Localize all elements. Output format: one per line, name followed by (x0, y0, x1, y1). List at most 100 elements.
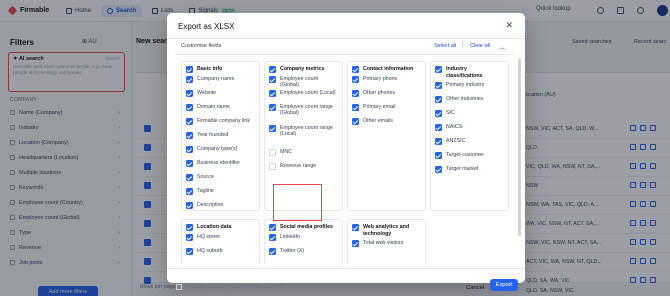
field-option[interactable]: ANZSIC (431, 138, 508, 152)
field-option[interactable]: Primary email (348, 104, 425, 118)
field-checkbox[interactable] (186, 174, 193, 181)
field-option[interactable]: Source (182, 174, 259, 188)
field-label: Company type(s) (197, 146, 238, 152)
group-checkbox[interactable] (352, 66, 359, 73)
scrollbar[interactable] (518, 58, 521, 236)
field-checkbox[interactable] (186, 90, 193, 97)
highlight-annotation (273, 184, 322, 221)
field-option[interactable]: Employee count range (Local) (265, 125, 342, 146)
field-option[interactable]: Other emails (348, 118, 425, 132)
field-label: Revenue range (280, 163, 317, 169)
field-label: Employee count (Global) (280, 76, 318, 89)
field-checkbox[interactable] (435, 110, 442, 118)
field-option[interactable]: Total web visitors (348, 240, 425, 254)
field-option[interactable]: Revenue range (265, 163, 342, 177)
field-checkbox[interactable] (269, 125, 276, 132)
customise-fields-label: Customise fields (181, 43, 222, 49)
field-checkbox[interactable] (186, 76, 193, 83)
group-checkbox[interactable] (352, 224, 359, 231)
field-option[interactable]: Tagline (182, 188, 259, 202)
group-checkbox[interactable] (186, 66, 193, 73)
field-label: Other phones (363, 90, 396, 96)
group-header[interactable]: Basic info (182, 62, 259, 76)
field-checkbox[interactable] (269, 90, 276, 97)
group-header[interactable]: Social media profiles (265, 220, 342, 234)
field-option[interactable]: Twitter (X) (265, 248, 342, 262)
group-checkbox[interactable] (269, 66, 276, 73)
field-checkbox[interactable] (186, 234, 193, 241)
group-header[interactable]: Industry classifications (431, 62, 508, 82)
field-option[interactable]: Target market (431, 166, 508, 180)
field-option[interactable]: Firmable company link (182, 118, 259, 132)
exclude-downloaded-checkbox[interactable] (176, 284, 182, 290)
field-checkbox[interactable] (352, 90, 359, 97)
field-option[interactable]: Year founded (182, 132, 259, 146)
field-checkbox[interactable] (186, 248, 193, 255)
footer-divider (167, 268, 525, 269)
field-label: Other emails (363, 118, 394, 124)
field-option[interactable]: Employee count (Local) (265, 90, 342, 104)
field-option[interactable]: Target customer (431, 152, 508, 166)
group-header[interactable]: Contact information (348, 62, 425, 76)
field-option[interactable]: LinkedIn (265, 234, 342, 248)
field-checkbox[interactable] (186, 118, 193, 125)
field-checkbox[interactable] (269, 234, 276, 241)
field-checkbox[interactable] (186, 146, 193, 153)
group-checkbox[interactable] (186, 224, 193, 231)
export-button[interactable]: Export (490, 279, 518, 291)
group-header[interactable]: Web analytics and technology (348, 220, 425, 240)
field-option[interactable]: Company type(s) (182, 146, 259, 160)
field-checkbox[interactable] (186, 104, 193, 111)
field-checkbox[interactable] (435, 124, 442, 132)
field-checkbox[interactable] (352, 240, 359, 248)
field-checkbox[interactable] (186, 188, 193, 195)
field-option[interactable]: Website (182, 90, 259, 104)
field-checkbox[interactable] (269, 248, 276, 255)
field-option[interactable]: Other phones (348, 90, 425, 104)
field-option[interactable]: Primary phone (348, 76, 425, 90)
close-icon[interactable]: ✕ (505, 20, 513, 31)
field-option[interactable]: Employee count range (Global) (265, 104, 342, 125)
field-option[interactable]: Business identifier (182, 160, 259, 174)
field-option[interactable]: Domain name (182, 104, 259, 118)
group-checkbox[interactable] (269, 224, 276, 231)
field-checkbox[interactable] (186, 160, 193, 167)
field-checkbox[interactable] (269, 163, 276, 170)
field-option[interactable]: MNC (265, 149, 342, 163)
field-checkbox[interactable] (269, 76, 276, 83)
field-option[interactable]: Primary industry (431, 82, 508, 96)
field-checkbox[interactable] (435, 166, 442, 174)
field-label: Business identifier (197, 160, 240, 166)
field-checkbox[interactable] (269, 149, 276, 156)
field-option[interactable]: HQ suburb (182, 248, 259, 262)
field-option[interactable]: Company name (182, 76, 259, 90)
field-checkbox[interactable] (435, 152, 442, 160)
field-checkbox[interactable] (352, 76, 359, 83)
field-option[interactable]: NAICS (431, 124, 508, 138)
field-checkbox[interactable] (352, 118, 359, 125)
field-option[interactable]: Employee count (Global) (265, 76, 342, 90)
cancel-button[interactable]: Cancel (466, 285, 484, 291)
chevron-up-icon[interactable]: ︿ (499, 41, 506, 51)
field-checkbox[interactable] (186, 202, 193, 209)
select-all-link[interactable]: Select all (434, 43, 456, 49)
group-header[interactable]: Company metrics (265, 62, 342, 76)
field-option[interactable]: Other industries (431, 96, 508, 110)
group-header[interactable]: Location data (182, 220, 259, 234)
field-checkbox[interactable] (269, 104, 276, 111)
field-checkbox[interactable] (435, 96, 442, 104)
field-checkbox[interactable] (186, 132, 193, 139)
field-checkbox[interactable] (435, 138, 442, 146)
group-checkbox[interactable] (435, 66, 442, 73)
field-label: Target market (446, 166, 479, 173)
clear-all-link[interactable]: Clear all (470, 43, 490, 49)
link-separator: | (462, 42, 464, 48)
fields-scroll-area[interactable]: Basic info Company name Website Domain n… (175, 54, 515, 266)
field-checkbox[interactable] (352, 104, 359, 111)
field-checkbox[interactable] (435, 82, 442, 90)
field-option[interactable]: HQ street (182, 234, 259, 248)
field-label: ANZSIC (446, 138, 466, 145)
exclude-downloaded-label: Exclude previously downloaded records (185, 284, 282, 290)
field-option[interactable]: Description (182, 202, 259, 216)
field-option[interactable]: SIC (431, 110, 508, 124)
